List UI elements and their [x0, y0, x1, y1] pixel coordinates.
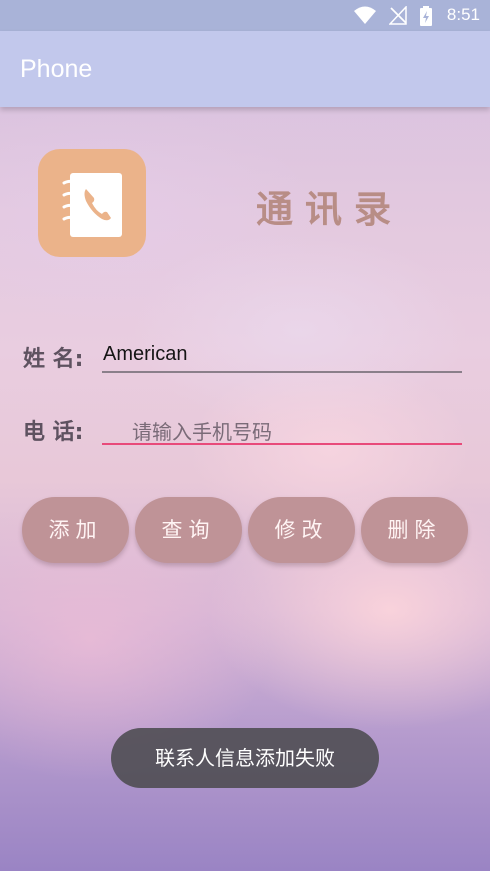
wifi-icon [353, 6, 376, 24]
delete-button[interactable]: 删除 [361, 497, 468, 563]
app-bar: Phone [0, 31, 490, 107]
status-icons [346, 6, 432, 26]
app-title: Phone [20, 55, 93, 83]
phone-input[interactable]: 请输入手机号码 [132, 416, 272, 445]
name-input-underline [102, 371, 462, 373]
add-button[interactable]: 添加 [22, 497, 129, 563]
phone-label: 电 话: [23, 420, 84, 445]
battery-charging-icon [420, 6, 432, 26]
name-input[interactable]: American [103, 343, 187, 366]
phone-input-underline [102, 443, 462, 445]
no-signal-icon [388, 6, 407, 25]
name-label: 姓 名: [23, 347, 84, 372]
status-time: 8:51 [446, 5, 480, 24]
query-button[interactable]: 查询 [135, 497, 242, 563]
modify-button[interactable]: 修改 [248, 497, 355, 563]
toast-message: 联系人信息添加失败 [111, 728, 379, 788]
page-title: 通讯录 [256, 188, 403, 231]
phone-book-icon [38, 149, 146, 257]
status-bar: 8:51 [0, 0, 490, 31]
